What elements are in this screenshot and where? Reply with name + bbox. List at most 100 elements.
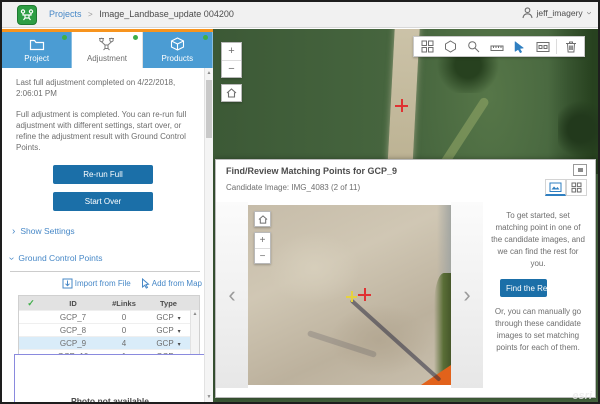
gcp-id-cell: GCP_8: [43, 326, 103, 335]
single-image-view-icon[interactable]: [545, 179, 566, 196]
image-pairs-icon[interactable]: [531, 38, 554, 55]
top-bar: Projects > Image_Landbase_update 004200 …: [2, 2, 598, 28]
chevron-down-icon: ›: [6, 257, 17, 260]
import-from-file-link[interactable]: Import from File: [62, 278, 131, 289]
zoom-out-button[interactable]: −: [222, 60, 241, 77]
scroll-up-icon[interactable]: ▲: [205, 70, 213, 76]
basemap-icon[interactable]: [439, 38, 462, 55]
gcp-table-row[interactable]: GCP_80GCP▾: [19, 323, 199, 336]
gcp-actions: Import from File Add from Map: [2, 278, 202, 289]
matching-point-yellow-cross[interactable]: [346, 291, 357, 302]
dropdown-caret-icon: ▾: [178, 329, 181, 335]
project-title: Image_Landbase_update 004200: [99, 9, 234, 19]
gcp-table-row[interactable]: GCP_70GCP▾: [19, 310, 199, 323]
home-icon: [226, 88, 237, 98]
next-image-button[interactable]: ›: [451, 202, 483, 388]
breadcrumb-projects-link[interactable]: Projects: [49, 9, 82, 19]
home-icon: [258, 215, 268, 224]
gcp-type-dropdown[interactable]: GCP▾: [145, 326, 192, 335]
image-texture: [329, 304, 431, 376]
breadcrumb-separator: >: [88, 10, 93, 19]
image-zoom-out-button[interactable]: −: [255, 248, 270, 263]
left-panel: Project Adjustment Products Last full ad…: [2, 29, 213, 402]
tab-adjustment[interactable]: Adjustment: [72, 32, 142, 68]
scrollbar-thumb[interactable]: [206, 80, 212, 138]
section-divider: [10, 271, 200, 272]
panel-title: Find/Review Matching Points for GCP_9: [226, 166, 397, 176]
candidate-image[interactable]: + −: [248, 205, 451, 385]
image-zoom-in-button[interactable]: +: [255, 233, 270, 248]
tab-products[interactable]: Products: [143, 32, 213, 68]
gcp-photo-preview: Photo not available: [14, 354, 206, 404]
gcp-type-dropdown[interactable]: GCP▾: [145, 339, 192, 348]
show-settings-link[interactable]: › Show Settings: [12, 226, 204, 237]
projected-gcp-red-cross[interactable]: [358, 288, 371, 301]
dropdown-caret-icon: ▾: [178, 342, 181, 348]
gcp-section-toggle[interactable]: ›Ground Control Points: [10, 253, 204, 264]
check-column-icon: [19, 298, 43, 309]
previous-image-button[interactable]: ‹: [216, 202, 248, 388]
instructions-column: To get started, set matching point in on…: [483, 202, 595, 388]
import-label: Import from File: [75, 279, 131, 288]
gcp-id-cell: GCP_7: [43, 313, 103, 322]
photo-not-available-text: Photo not available: [15, 396, 205, 404]
gcp-marker-red-cross[interactable]: [395, 99, 408, 112]
chevron-down-icon: ›: [584, 11, 592, 14]
search-icon[interactable]: [462, 38, 485, 55]
show-settings-label: Show Settings: [20, 226, 74, 236]
scroll-down-icon[interactable]: ▼: [205, 394, 213, 400]
map-zoom-controls: + −: [221, 42, 242, 102]
breadcrumb: Projects > Image_Landbase_update 004200: [49, 9, 234, 19]
cursor-icon: [141, 278, 150, 289]
person-icon: [522, 7, 533, 19]
status-dot: [133, 35, 138, 40]
adjustment-panel-content: Last full adjustment completed on 4/22/2…: [2, 68, 204, 402]
chevron-right-icon: ›: [12, 226, 15, 237]
view-toggle-group: [545, 179, 587, 196]
candidate-image-label: Candidate Image: IMG_4083 (2 of 11): [226, 183, 360, 192]
tab-label: Products: [143, 54, 212, 63]
user-name: jeff_imagery: [537, 8, 583, 18]
candidate-grid-icon[interactable]: [416, 38, 439, 55]
select-gcp-icon[interactable]: [508, 38, 531, 55]
scroll-up-icon[interactable]: ▲: [191, 311, 199, 317]
home-button[interactable]: [221, 84, 242, 102]
folder-icon: [2, 36, 71, 52]
adjustment-description: Full adjustment is completed. You can re…: [16, 109, 192, 153]
gcp-type-dropdown[interactable]: GCP▾: [145, 313, 192, 322]
rerun-full-button[interactable]: Re-run Full: [53, 165, 153, 184]
cube-icon: [143, 36, 212, 52]
measure-icon[interactable]: [485, 38, 508, 55]
zoom-in-button[interactable]: +: [222, 43, 241, 60]
tab-label: Adjustment: [72, 54, 141, 63]
app-window: Projects > Image_Landbase_update 004200 …: [0, 0, 600, 404]
col-type: Type: [145, 299, 192, 308]
ortho-maker-logo-icon[interactable]: [17, 5, 37, 25]
gcp-id-cell: GCP_9: [43, 339, 103, 348]
esri-attribution: esri: [572, 390, 592, 402]
gcp-table-row[interactable]: GCP_94GCP▾: [19, 336, 199, 349]
gcp-table-header: ID #Links Type: [19, 296, 199, 310]
delete-icon[interactable]: [559, 38, 582, 55]
add-label: Add from Map: [152, 279, 202, 288]
tab-project[interactable]: Project: [2, 32, 72, 68]
col-id: ID: [43, 299, 103, 308]
col-links: #Links: [103, 299, 145, 308]
start-over-button[interactable]: Start Over: [53, 192, 153, 211]
user-menu[interactable]: jeff_imagery ›: [522, 7, 591, 19]
image-zoom-controls: + −: [254, 211, 271, 264]
find-the-rest-button[interactable]: Find the Rest: [500, 279, 547, 297]
status-dot: [203, 35, 208, 40]
image-home-button[interactable]: [254, 211, 271, 227]
gcp-links-cell: 0: [103, 326, 145, 335]
instruction-primary: To get started, set matching point in on…: [490, 210, 586, 270]
popout-icon[interactable]: [573, 164, 587, 176]
import-icon: [62, 278, 73, 289]
grid-view-icon[interactable]: [566, 179, 587, 196]
drone-icon: [72, 36, 141, 52]
add-from-map-link[interactable]: Add from Map: [141, 278, 202, 289]
sidebar-scrollbar[interactable]: ▲ ▼: [204, 68, 213, 402]
tab-label: Project: [2, 54, 71, 63]
map-toolbar: [413, 36, 585, 57]
map-view[interactable]: + −: [213, 29, 598, 402]
